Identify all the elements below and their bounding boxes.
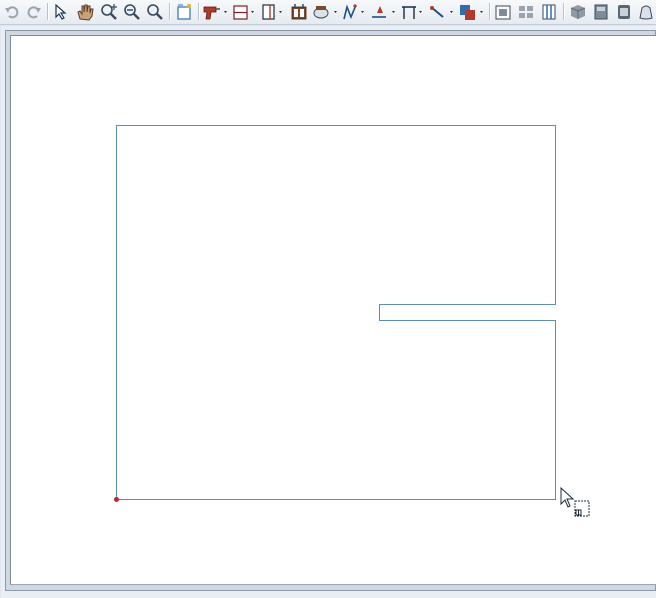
wall-tool-icon[interactable] <box>232 2 258 21</box>
select-objects-icon[interactable] <box>52 2 70 21</box>
materials-bag-icon[interactable] <box>636 2 656 21</box>
column-view-icon[interactable] <box>539 2 559 21</box>
elevation-icon[interactable] <box>591 2 611 21</box>
toolbar-separator <box>169 3 171 20</box>
fixture-icon[interactable] <box>312 2 340 21</box>
zoom-icon[interactable] <box>99 2 119 21</box>
text-dimension-icon[interactable] <box>370 2 398 21</box>
door-window-icon[interactable] <box>260 2 286 21</box>
toolbar-separator <box>563 3 565 20</box>
cabinet-icon[interactable] <box>288 2 310 21</box>
drill-tool-icon[interactable] <box>202 2 230 21</box>
corner-point-marker[interactable] <box>114 497 119 502</box>
main-toolbar <box>0 0 656 25</box>
layer-display-icon[interactable] <box>516 2 536 21</box>
toolbar-separator <box>47 3 49 20</box>
toolbar-separator <box>198 3 200 20</box>
stair-tool-icon[interactable] <box>342 2 368 21</box>
pan-hand-icon[interactable] <box>74 2 96 21</box>
3d-box-icon[interactable] <box>567 2 589 21</box>
frame-tool-icon[interactable] <box>400 2 426 21</box>
toolbar-separator <box>489 3 491 20</box>
select-window-icon[interactable] <box>174 2 194 21</box>
camera-view-icon[interactable] <box>493 2 513 21</box>
wall-outline[interactable] <box>116 125 556 500</box>
undo-icon[interactable] <box>3 2 21 21</box>
plan-view-canvas[interactable] <box>10 35 656 585</box>
redo-icon[interactable] <box>25 2 43 21</box>
line-tool-icon[interactable] <box>428 2 456 21</box>
floor-plan-drawing <box>114 125 590 517</box>
fill-window-icon[interactable] <box>145 2 165 21</box>
panel-icon[interactable] <box>614 2 634 21</box>
cursor-icon <box>560 486 590 517</box>
library-icon[interactable] <box>458 2 486 21</box>
zoom-out-icon[interactable] <box>122 2 142 21</box>
